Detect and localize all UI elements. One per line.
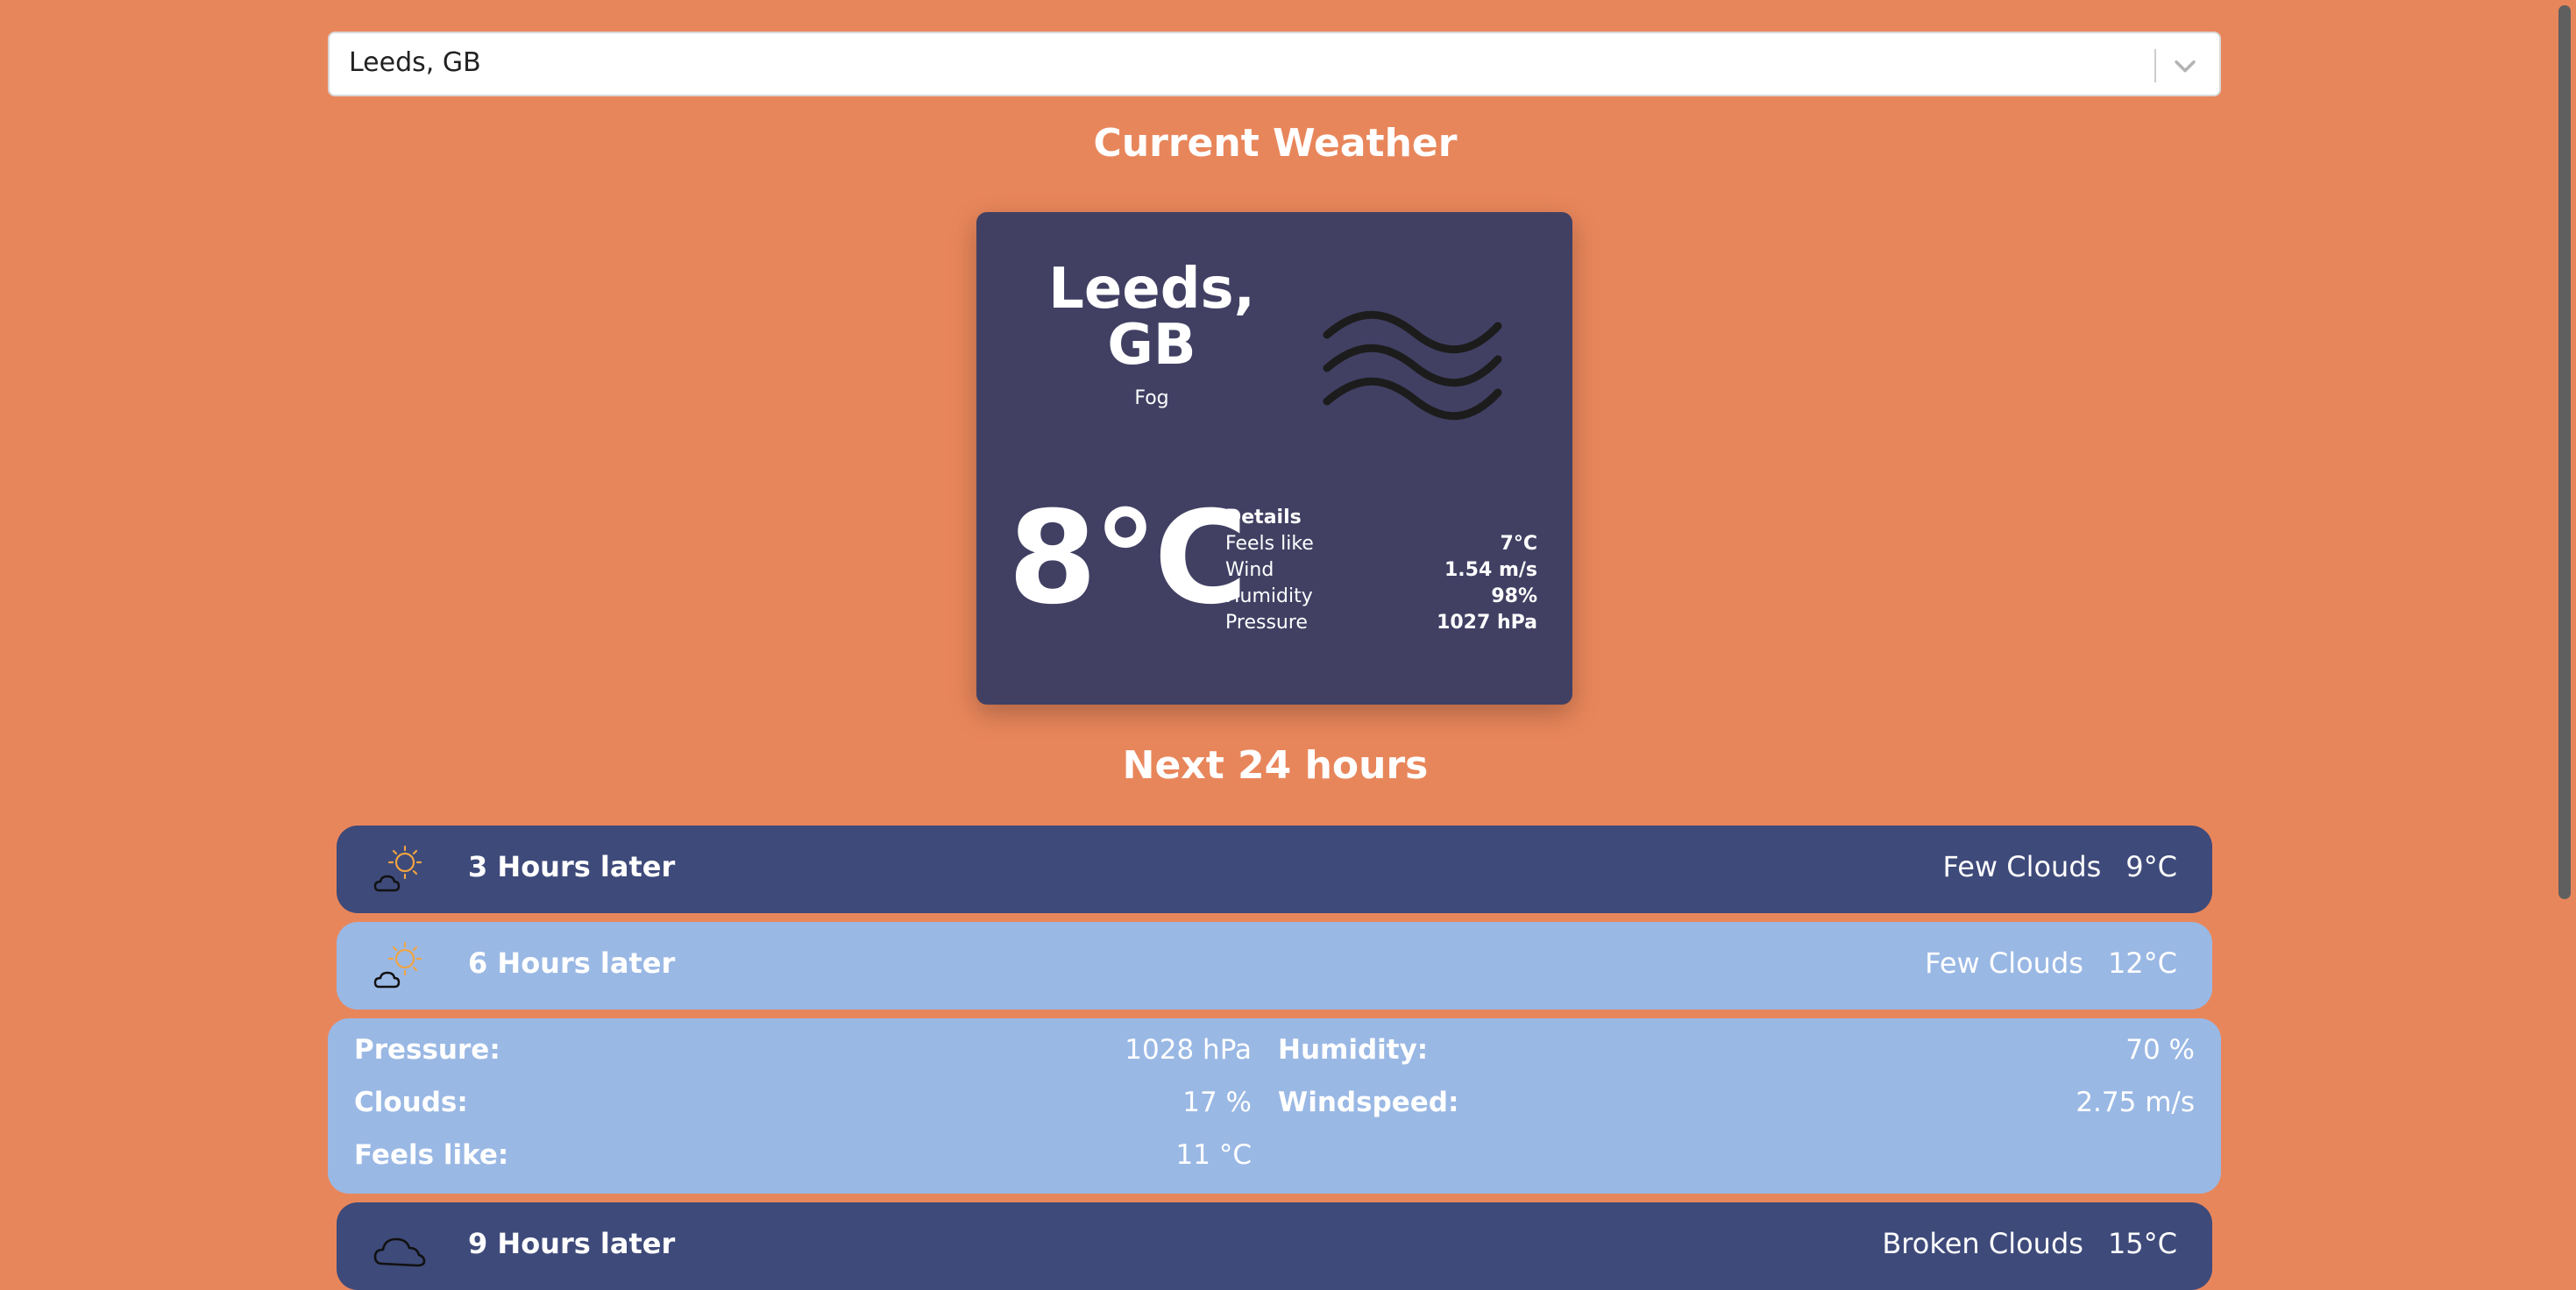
current-temperature: 8°C bbox=[1008, 484, 1248, 633]
details-title: Details bbox=[1225, 507, 1302, 528]
city-line-2: GB bbox=[1107, 313, 1196, 378]
current-weather-card: Leeds, GB Fog 8°C Details Feels like 7°C… bbox=[976, 212, 1572, 705]
forecast-time: 6 Hours later bbox=[468, 946, 676, 980]
detail-key: Pressure: bbox=[354, 1034, 500, 1066]
forecast-description: Broken Clouds bbox=[1882, 1227, 2083, 1260]
search-value: Leeds, GB bbox=[349, 47, 481, 78]
detail-label: Humidity bbox=[1225, 585, 1313, 607]
forecast-time: 9 Hours later bbox=[468, 1227, 676, 1260]
fog-icon bbox=[1323, 310, 1502, 421]
forecast-description: Few Clouds bbox=[1925, 946, 2083, 980]
forecast-row-9h[interactable]: 9 Hours later Broken Clouds 15°C bbox=[337, 1202, 2212, 1290]
city-line-1: Leeds, bbox=[1048, 257, 1255, 322]
chevron-down-icon[interactable] bbox=[2170, 51, 2200, 81]
current-weather-heading: Current Weather bbox=[1093, 121, 1458, 166]
forecast-temp: 12°C bbox=[2107, 946, 2177, 980]
forecast-time: 3 Hours later bbox=[468, 850, 676, 883]
detail-clouds: Clouds: 17 % bbox=[354, 1087, 1252, 1122]
detail-label: Pressure bbox=[1225, 612, 1308, 634]
detail-key: Humidity: bbox=[1278, 1034, 1429, 1066]
scrollbar[interactable] bbox=[2551, 0, 2576, 1282]
detail-val: 2.75 m/s bbox=[2076, 1087, 2195, 1118]
detail-val: 70 % bbox=[2125, 1034, 2195, 1066]
detail-row-feels-like: Feels like 7°C bbox=[1225, 531, 1537, 557]
indicator-separator bbox=[2154, 49, 2156, 82]
detail-value: 7°C bbox=[1500, 533, 1537, 555]
detail-feels-like: Feels like: 11 °C bbox=[354, 1139, 1252, 1174]
scrollbar-thumb[interactable] bbox=[2558, 5, 2571, 899]
forecast-temp: 9°C bbox=[2125, 850, 2177, 883]
detail-val: 17 % bbox=[1182, 1087, 1252, 1118]
detail-windspeed: Windspeed: 2.75 m/s bbox=[1278, 1087, 2195, 1122]
forecast-temp: 15°C bbox=[2107, 1227, 2177, 1260]
forecast-summary: Few Clouds 9°C bbox=[1919, 850, 2177, 883]
detail-humidity: Humidity: 70 % bbox=[1278, 1034, 2195, 1069]
forecast-row-6h[interactable]: 6 Hours later Few Clouds 12°C bbox=[337, 922, 2212, 1010]
broken-clouds-icon bbox=[373, 1237, 426, 1267]
city-search-select[interactable]: Leeds, GB bbox=[328, 32, 2221, 96]
detail-value: 1027 hPa bbox=[1437, 612, 1537, 634]
detail-pressure: Pressure: 1028 hPa bbox=[354, 1034, 1252, 1069]
detail-row-pressure: Pressure 1027 hPa bbox=[1225, 610, 1537, 636]
detail-val: 1028 hPa bbox=[1125, 1034, 1252, 1066]
detail-val: 11 °C bbox=[1175, 1139, 1252, 1171]
detail-label: Feels like bbox=[1225, 533, 1314, 555]
detail-label: Wind bbox=[1225, 559, 1274, 581]
few-clouds-icon bbox=[373, 845, 422, 892]
forecast-detail-panel: Pressure: 1028 hPa Humidity: 70 % Clouds… bbox=[328, 1018, 2221, 1194]
forecast-description: Few Clouds bbox=[1942, 850, 2102, 883]
details-panel: Details Feels like 7°C Wind 1.54 m/s Hum… bbox=[1225, 505, 1537, 636]
forecast-row-3h[interactable]: 3 Hours later Few Clouds 9°C bbox=[337, 826, 2212, 913]
detail-key: Feels like: bbox=[354, 1139, 509, 1171]
few-clouds-icon bbox=[373, 941, 422, 989]
detail-row-humidity: Humidity 98% bbox=[1225, 584, 1537, 610]
weather-description: Fog bbox=[1134, 387, 1169, 409]
forecast-summary: Broken Clouds 15°C bbox=[1857, 1227, 2177, 1260]
detail-value: 98% bbox=[1491, 585, 1537, 607]
detail-row-wind: Wind 1.54 m/s bbox=[1225, 557, 1537, 584]
detail-key: Windspeed: bbox=[1278, 1087, 1459, 1118]
detail-value: 1.54 m/s bbox=[1444, 559, 1537, 581]
detail-key: Clouds: bbox=[354, 1087, 468, 1118]
forecast-summary: Few Clouds 12°C bbox=[1900, 946, 2177, 980]
next-24-hours-heading: Next 24 hours bbox=[1122, 743, 1429, 788]
city-name: Leeds, GB bbox=[1038, 261, 1266, 373]
